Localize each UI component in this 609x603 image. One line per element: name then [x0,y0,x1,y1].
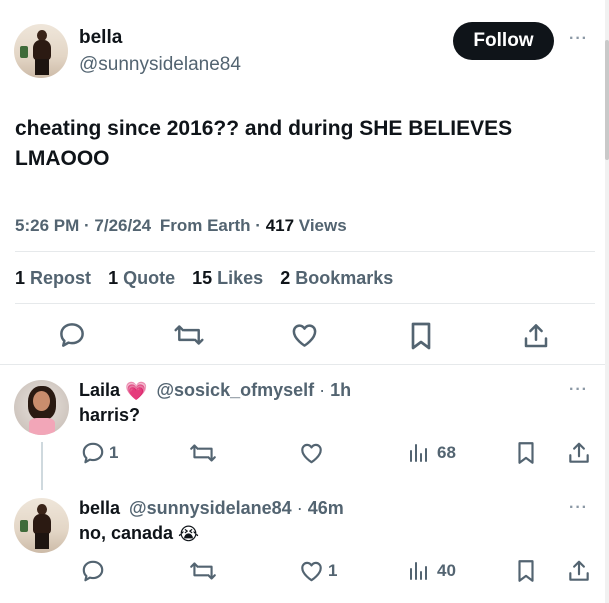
divider [0,364,605,365]
reply-author-name[interactable]: bella [79,498,120,518]
bookmark-icon [518,560,534,582]
tweet-detail-view: bella @sunnysidelane84 Follow ··· cheati… [0,0,609,603]
reply-time[interactable]: 46m [308,498,344,518]
reply-author-name[interactable]: Laila [79,380,120,400]
bookmark-button[interactable] [407,320,435,352]
reply-button[interactable] [57,320,87,350]
meta-separator: · [319,380,326,400]
pink-heart-emoji: 💗 [125,380,148,401]
reply-count: 1 [109,443,119,462]
tweet-date[interactable]: 7/26/24 [94,216,151,235]
repost-button[interactable] [188,440,218,466]
reply-avatar-bella[interactable] [14,498,69,553]
thread-connector [41,442,43,490]
likes-stat[interactable]: 15 Likes [192,268,263,288]
repost-button[interactable] [172,320,206,350]
divider [15,303,595,304]
quotes-stat[interactable]: 1 Quote [108,268,175,288]
reply-author-handle[interactable]: @sunnysidelane84 [129,498,292,518]
bookmark-button[interactable] [515,558,537,584]
tweet-text-line-1: cheating since 2016?? and during SHE BEL… [15,117,513,140]
meta-separator: · [255,216,261,235]
bookmarks-stat[interactable]: 2 Bookmarks [280,268,393,288]
scrollbar[interactable] [605,0,609,603]
author-handle[interactable]: @sunnysidelane84 [79,54,241,76]
scrollbar-thumb[interactable] [605,40,609,160]
share-icon [569,560,589,581]
reposts-stat[interactable]: 1 Repost [15,268,91,288]
reply-avatar-laila[interactable] [14,380,69,435]
like-count: 1 [328,561,338,580]
like-button[interactable] [289,320,320,350]
follow-button[interactable]: Follow [453,22,554,60]
reply-text: no, canada 😭 [79,523,199,545]
repost-icon [190,562,216,580]
views-icon [410,562,427,580]
reply-text-body: no, canada [79,523,174,543]
bookmark-icon [518,442,534,464]
reply-icon [82,560,104,582]
repost-icon [190,444,216,462]
engagement-stats: 1 Repost 1 Quote 15 Likes 2 Bookmarks [15,268,405,289]
divider [15,251,595,252]
more-options-icon[interactable]: ··· [569,381,588,399]
bookmark-icon [411,322,431,350]
bookmark-button[interactable] [515,440,537,466]
reply-time[interactable]: 1h [330,380,351,400]
like-button[interactable]: 1 [298,558,337,584]
like-icon [301,561,322,582]
views-count: 68 [437,443,456,462]
reply-header: bella @sunnysidelane84 · 46m [79,498,344,519]
author-avatar[interactable] [14,24,68,78]
reply-header: Laila 💗 @sosick_ofmyself · 1h [79,380,351,402]
like-icon [301,443,322,464]
views-label: Views [298,216,347,235]
reply-icon [60,323,84,347]
meta-separator: · [296,498,303,518]
repost-icon [174,325,204,345]
reply-text: harris? [79,405,141,425]
tweet-text-line-2: LMAOOO [15,147,110,170]
like-icon [292,324,317,347]
share-button[interactable] [566,440,592,466]
share-button[interactable] [566,558,592,584]
views-button[interactable]: 68 [407,440,456,466]
tweet-source: From Earth [159,216,251,235]
reply-author-handle[interactable]: @sosick_ofmyself [156,380,314,400]
reply-icon [82,442,104,464]
author-name[interactable]: bella [79,27,122,49]
repost-button[interactable] [188,558,218,584]
reply-button[interactable] [80,558,106,584]
tweet-time[interactable]: 5:26 PM [15,216,79,235]
views-button[interactable]: 40 [407,558,456,584]
like-button[interactable] [298,440,325,466]
more-options-icon[interactable]: ··· [569,499,588,517]
reply-button[interactable]: 1 [80,440,118,466]
share-icon [569,442,589,463]
tweet-metadata: 5:26 PM · 7/26/24 From Earth · 417 Views [15,216,347,236]
meta-separator: · [83,216,90,235]
share-button[interactable] [521,320,551,352]
tweet-text: cheating since 2016?? and during SHE BEL… [15,114,575,174]
views-count: 417 [265,216,295,235]
share-icon [524,324,548,348]
views-count: 40 [437,561,456,580]
views-icon [410,444,427,462]
more-options-icon[interactable]: ··· [569,30,588,48]
crying-face-emoji: 😭 [178,523,200,544]
